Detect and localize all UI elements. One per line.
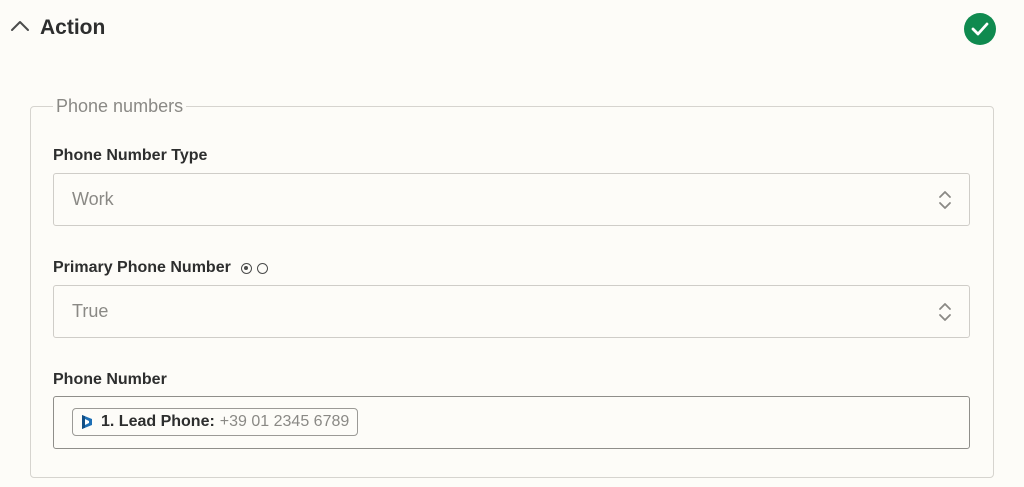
phone-number-label-text: Phone Number (53, 371, 167, 388)
mapped-step-value: +39 01 2345 6789 (219, 413, 350, 430)
check-circle-icon (964, 13, 996, 45)
primary-phone-number-value: True (72, 301, 109, 321)
primary-phone-number-label-text: Primary Phone Number (53, 259, 231, 276)
primary-phone-number-label: Primary Phone Number (53, 258, 268, 278)
radio-selected-icon (240, 262, 252, 274)
radio-unselected-icon (256, 262, 268, 274)
chevron-up-icon[interactable] (8, 14, 32, 38)
app-logo-icon (82, 415, 92, 429)
radio-icon (240, 262, 268, 274)
phone-number-input[interactable]: 1. Lead Phone: +39 01 2345 6789 (53, 396, 970, 449)
mapped-step-label: 1. Lead Phone: (101, 413, 215, 430)
select-chevrons-icon (939, 303, 951, 321)
action-section-header[interactable]: Action (0, 0, 1024, 56)
phone-number-type-value: Work (72, 189, 114, 209)
group-legend: Phone numbers (56, 96, 184, 116)
phone-number-type-select[interactable]: Work (53, 173, 970, 226)
section-title: Action (40, 16, 106, 39)
phone-number-type-label-text: Phone Number Type (53, 147, 208, 164)
mapped-field-pill[interactable]: 1. Lead Phone: +39 01 2345 6789 (72, 408, 359, 436)
phone-number-type-label: Phone Number Type (53, 146, 207, 166)
phone-number-label: Phone Number (53, 370, 167, 390)
select-chevrons-icon (939, 191, 951, 209)
primary-phone-number-select[interactable]: True (53, 285, 970, 338)
